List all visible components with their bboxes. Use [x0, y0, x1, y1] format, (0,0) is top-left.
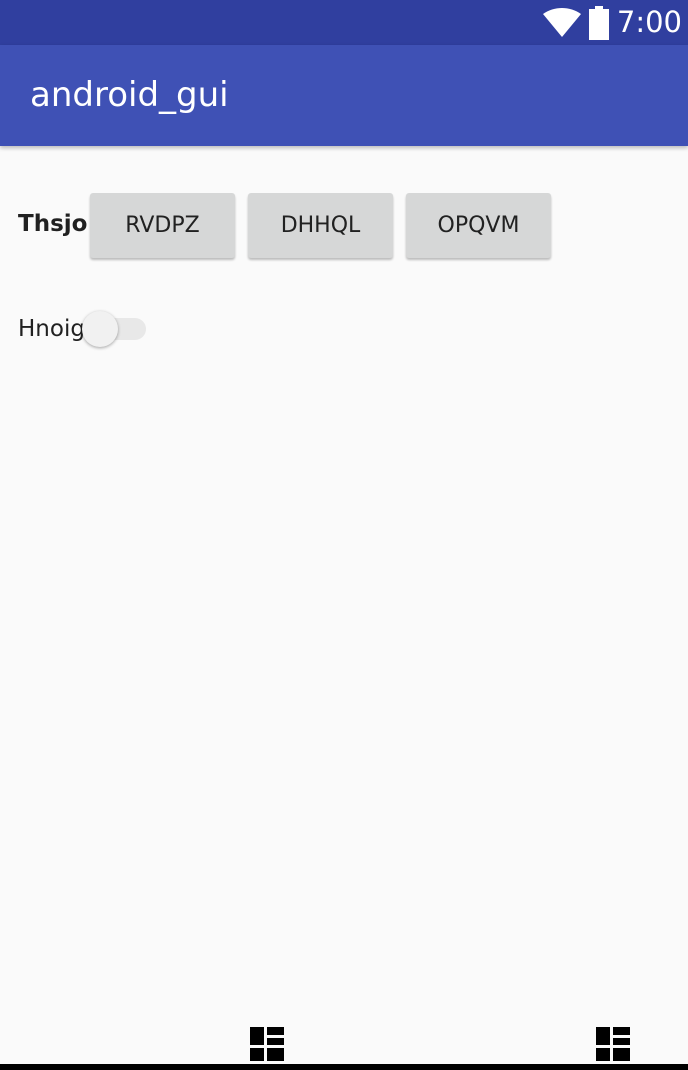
dhhql-button[interactable]: DHHQL: [248, 193, 393, 258]
rvdpz-button[interactable]: RVDPZ: [90, 193, 235, 258]
app-bar: android_gui: [0, 45, 688, 146]
navigation-bar: [0, 1064, 688, 1070]
app-title: android_gui: [30, 75, 229, 115]
wifi-icon: [542, 7, 581, 38]
grid-icon[interactable]: [596, 1027, 630, 1061]
row-label-thsjo: Thsjo: [18, 211, 88, 237]
hnoig-switch[interactable]: [82, 311, 148, 347]
row-label-hnoig: Hnoig: [18, 316, 85, 342]
status-bar: 7:00: [0, 0, 688, 45]
status-time: 7:00: [616, 5, 682, 39]
battery-icon: [588, 5, 609, 40]
opqvm-button[interactable]: OPQVM: [406, 193, 551, 258]
switch-thumb: [82, 311, 118, 347]
status-icons: 7:00: [542, 0, 682, 45]
grid-icon[interactable]: [250, 1027, 284, 1061]
